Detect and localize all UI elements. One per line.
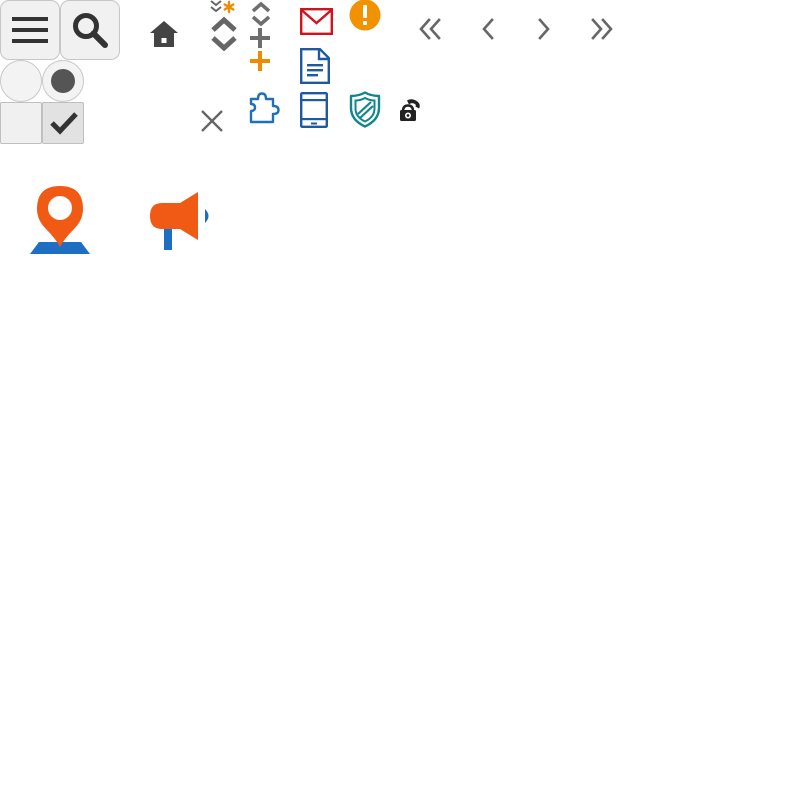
puzzle-icon[interactable] xyxy=(249,92,283,124)
phone-lock-icon[interactable] xyxy=(398,98,422,122)
double-chevron-right-icon[interactable] xyxy=(590,18,614,40)
sort-required-icon[interactable] xyxy=(208,0,238,16)
radio-unselected[interactable] xyxy=(0,60,42,102)
chevron-left-icon[interactable] xyxy=(481,18,495,40)
alert-icon[interactable] xyxy=(349,0,381,31)
checkbox-checked[interactable] xyxy=(42,102,84,144)
radio-selected[interactable] xyxy=(42,60,84,102)
search-button[interactable] xyxy=(60,0,120,60)
close-icon[interactable] xyxy=(200,109,224,133)
double-chevron-left-icon[interactable] xyxy=(418,18,442,40)
search-icon xyxy=(73,13,108,48)
document-icon[interactable] xyxy=(300,48,330,84)
chevron-right-icon[interactable] xyxy=(537,18,551,40)
hamburger-menu-icon xyxy=(12,17,48,43)
menu-button[interactable] xyxy=(0,0,60,60)
sort-small-icon[interactable] xyxy=(250,1,272,27)
shield-icon[interactable] xyxy=(349,91,381,128)
home-icon[interactable] xyxy=(149,20,179,48)
megaphone-icon xyxy=(150,192,209,250)
mobile-device-icon[interactable] xyxy=(300,92,329,128)
checkmark-icon xyxy=(50,112,78,135)
add-orange-icon[interactable] xyxy=(249,50,271,72)
mail-icon[interactable] xyxy=(300,8,334,36)
checkbox-unchecked[interactable] xyxy=(0,102,42,144)
add-gray-icon[interactable] xyxy=(249,27,271,49)
location-pin-icon xyxy=(30,186,90,254)
radio-selected-dot xyxy=(51,69,75,93)
sort-icon[interactable] xyxy=(210,16,238,52)
